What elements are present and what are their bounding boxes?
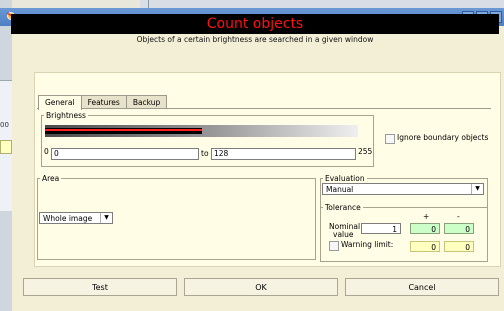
background-yellow-field [0, 140, 12, 154]
tolerance-minus-header: - [457, 212, 460, 221]
brightness-scale-max: 255 [358, 147, 373, 156]
ignore-boundary-label: Ignore boundary objects [397, 133, 489, 142]
chevron-down-icon[interactable]: ▼ [100, 213, 112, 223]
tolerance-group-label: Tolerance [323, 202, 363, 213]
tolerance-plus-header: + [423, 212, 430, 221]
cancel-button[interactable]: Cancel [345, 278, 499, 296]
nominal-minus-input[interactable]: 0 [444, 223, 474, 234]
dialog-subtitle: Objects of a certain brightness are sear… [136, 35, 374, 44]
ok-button[interactable]: OK [184, 278, 338, 296]
background-tick-label: 00 [0, 121, 9, 129]
nominal-plus-input[interactable]: 0 [410, 223, 440, 234]
tab-backup[interactable]: Backup [125, 95, 168, 109]
background-separator [148, 0, 149, 8]
warning-minus-input[interactable]: 0 [444, 241, 474, 252]
brightness-scale-min: 0 [44, 147, 49, 156]
area-select[interactable]: Whole image ▼ [39, 212, 113, 224]
evaluation-select-value: Manual [326, 185, 354, 194]
area-select-value: Whole image [43, 214, 93, 223]
warning-plus-input[interactable]: 0 [410, 241, 440, 252]
tab-bar: General Features Backup [38, 95, 168, 110]
test-button[interactable]: Test [23, 278, 177, 296]
ignore-boundary-checkbox[interactable] [385, 134, 395, 144]
area-group-label: Area [40, 173, 62, 184]
evaluation-select[interactable]: Manual ▼ [322, 183, 484, 195]
nominal-value-input[interactable]: 1 [361, 223, 401, 234]
brightness-gradient-bar[interactable] [45, 125, 358, 137]
brightness-to-input[interactable]: 128 [211, 148, 356, 160]
nominal-value-label-2: value [333, 230, 354, 239]
tab-general[interactable]: General [38, 95, 82, 110]
brightness-group-label: Brightness [44, 110, 88, 121]
dialog-title: Count objects [11, 14, 499, 34]
warning-limit-label: Warning limit: [341, 240, 394, 249]
tab-features[interactable]: Features [80, 95, 127, 109]
brightness-to-label: to [201, 149, 209, 158]
chevron-down-icon[interactable]: ▼ [471, 184, 483, 194]
brightness-from-input[interactable]: 0 [51, 148, 199, 160]
brightness-range-indicator[interactable] [45, 129, 202, 131]
warning-limit-checkbox[interactable] [329, 241, 339, 251]
